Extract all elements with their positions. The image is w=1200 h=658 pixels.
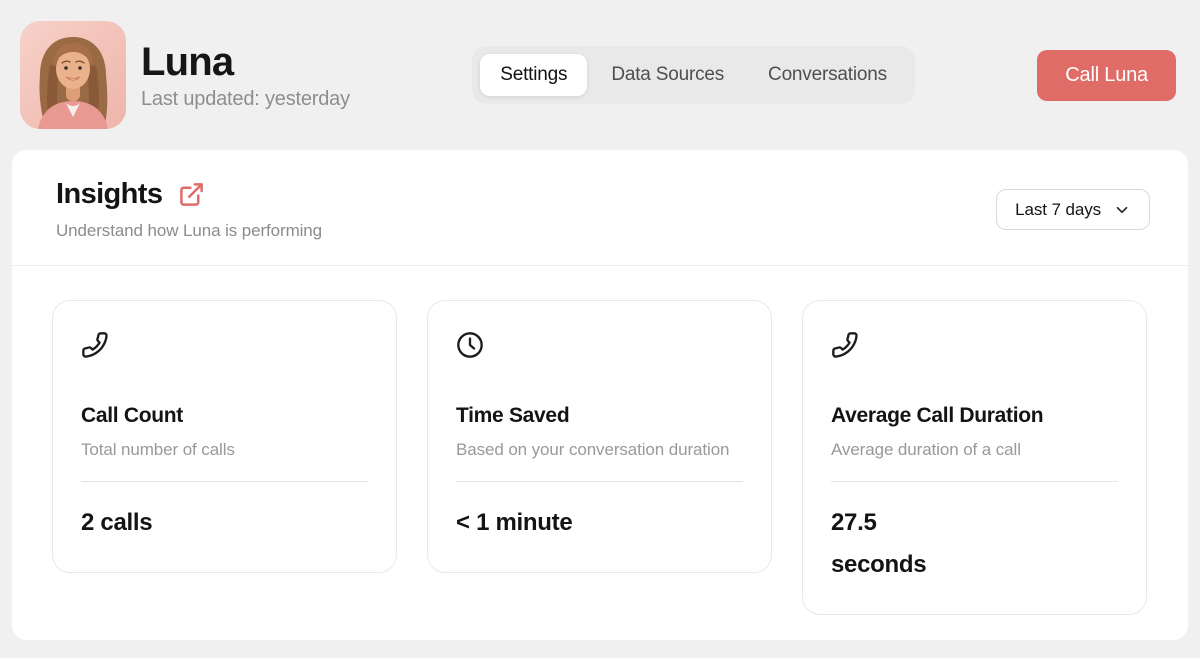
metric-description: Total number of calls: [81, 436, 368, 465]
insights-panel: Insights Understand how Luna is performi…: [12, 150, 1188, 640]
last-updated: Last updated: yesterday: [141, 88, 350, 111]
tab-conversations[interactable]: Conversations: [748, 54, 907, 96]
phone-icon: [831, 331, 859, 359]
metric-card-call-count: Call Count Total number of calls 2 calls: [52, 300, 397, 573]
date-range-label: Last 7 days: [1015, 200, 1101, 220]
metric-title: Call Count: [81, 404, 368, 428]
divider: [456, 481, 743, 482]
divider: [831, 481, 1118, 482]
insights-subtitle: Understand how Luna is performing: [56, 221, 322, 241]
insights-header: Insights Understand how Luna is performi…: [12, 150, 1188, 266]
avatar-image: [20, 21, 126, 129]
metric-title: Time Saved: [456, 404, 743, 428]
agent-info: Luna Last updated: yesterday: [20, 21, 350, 129]
date-range-dropdown[interactable]: Last 7 days: [996, 189, 1150, 230]
metric-value: < 1 minute: [456, 502, 743, 544]
divider: [81, 481, 368, 482]
tab-data-sources[interactable]: Data Sources: [591, 54, 744, 96]
metric-cards: Call Count Total number of calls 2 calls…: [12, 266, 1188, 649]
external-link-icon[interactable]: [178, 181, 205, 208]
metric-card-time-saved: Time Saved Based on your conversation du…: [427, 300, 772, 573]
phone-icon: [81, 331, 109, 359]
page-title: Insights: [56, 178, 162, 211]
metric-description: Average duration of a call: [831, 436, 1118, 465]
agent-name: Luna: [141, 40, 350, 84]
call-luna-button[interactable]: Call Luna: [1037, 50, 1176, 101]
metric-value: 27.5 seconds: [831, 502, 1118, 586]
metric-value: 2 calls: [81, 502, 368, 544]
agent-text: Luna Last updated: yesterday: [141, 40, 350, 111]
top-bar: Luna Last updated: yesterday Settings Da…: [0, 0, 1200, 150]
metric-title: Average Call Duration: [831, 404, 1118, 428]
metric-card-average-call-duration: Average Call Duration Average duration o…: [802, 300, 1147, 615]
chevron-down-icon: [1113, 201, 1131, 219]
clock-icon: [456, 331, 484, 359]
app-root: Luna Last updated: yesterday Settings Da…: [0, 0, 1200, 640]
tab-settings[interactable]: Settings: [480, 54, 587, 96]
avatar: [20, 21, 126, 129]
metric-description: Based on your conversation duration: [456, 436, 743, 465]
insights-heading-block: Insights Understand how Luna is performi…: [56, 178, 322, 241]
tab-bar: Settings Data Sources Conversations: [472, 46, 915, 104]
